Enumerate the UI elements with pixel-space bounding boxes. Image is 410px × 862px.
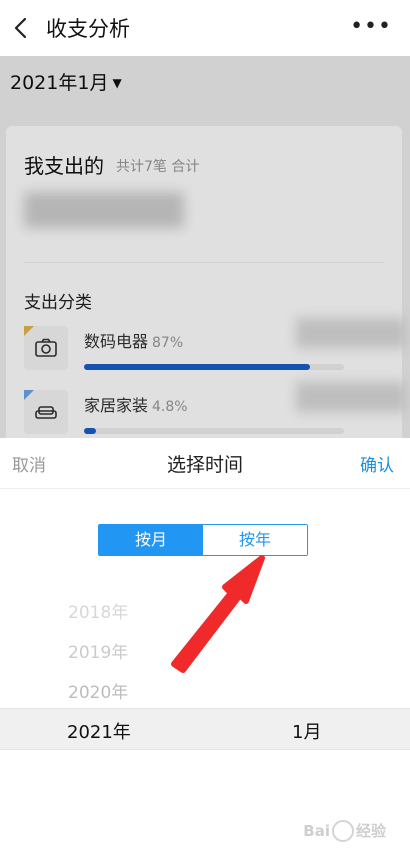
camera-icon <box>24 326 68 370</box>
card-subtitle: 共计7笔 合计 <box>116 159 200 175</box>
watermark-logo: Bai 经验 <box>303 820 386 842</box>
month-selector[interactable]: 2021年1月 ▼ <box>10 68 122 95</box>
category-percent: 87% <box>152 335 184 351</box>
time-picker-sheet: 取消 选择时间 确认 按月 按年 2018年 2019年 2020年 2021年… <box>0 438 410 862</box>
annotation-arrow-icon <box>171 555 265 673</box>
category-progress <box>84 364 344 370</box>
app-header: 收支分析 ••• <box>0 0 410 56</box>
back-icon[interactable] <box>8 12 38 44</box>
category-percent: 4.8% <box>152 399 188 415</box>
sofa-icon <box>24 390 68 434</box>
divider <box>24 262 384 263</box>
expense-card: 我支出的 共计7笔 合计 支出分类 数码电器 87% 家居家装 4.8% <box>6 126 406 438</box>
category-title: 支出分类 <box>24 293 92 313</box>
category-progress <box>84 428 344 434</box>
month-selector-label: 2021年1月 <box>10 72 109 94</box>
more-options-icon[interactable]: ••• <box>350 14 392 39</box>
category-name: 数码电器 87% <box>84 332 184 351</box>
analysis-page: 2021年1月 ▼ 我支出的 共计7笔 合计 支出分类 数码电器 87% 家居家装 4… <box>0 56 410 438</box>
blurred-amount <box>24 192 184 228</box>
category-progress-fill <box>84 428 97 434</box>
category-progress-fill <box>84 364 311 370</box>
blurred-amount <box>296 318 406 348</box>
caret-down-icon: ▼ <box>112 76 122 90</box>
blurred-amount <box>296 382 406 412</box>
category-name: 家居家装 4.8% <box>84 396 188 415</box>
page-title: 收支分析 <box>46 17 130 41</box>
card-title: 我支出的 <box>24 154 104 178</box>
